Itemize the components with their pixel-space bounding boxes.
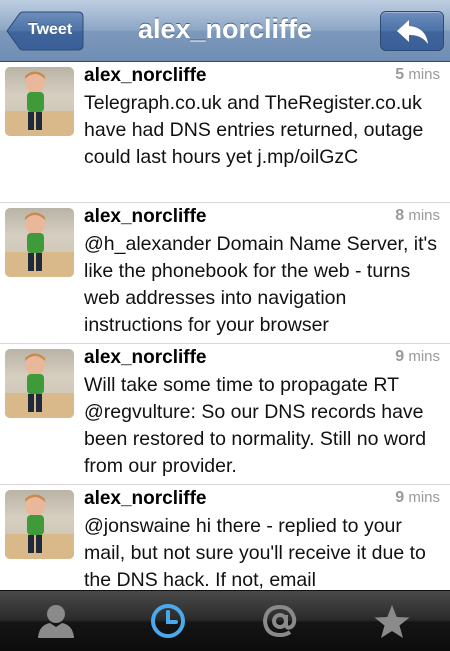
tweet-item[interactable]: alex_norcliffe 9 mins Will take some tim… bbox=[0, 344, 450, 485]
star-icon bbox=[374, 605, 410, 638]
tweet-timestamp: 9 mins bbox=[395, 489, 440, 506]
at-sign-icon bbox=[262, 604, 297, 638]
tweet-timestamp: 9 mins bbox=[395, 348, 440, 365]
tab-profile[interactable] bbox=[0, 591, 112, 651]
tweet-item[interactable]: alex_norcliffe 9 mins @jonswaine hi ther… bbox=[0, 485, 450, 590]
clock-icon bbox=[151, 604, 185, 638]
avatar[interactable] bbox=[5, 490, 74, 559]
tweet-item[interactable]: alex_norcliffe 5 mins Telegraph.co.uk an… bbox=[0, 62, 450, 203]
tweet-author: alex_norcliffe bbox=[84, 65, 207, 86]
tab-timeline[interactable] bbox=[112, 591, 224, 651]
tab-favorites[interactable] bbox=[336, 591, 448, 651]
navigation-bar: Tweet alex_norcliffe bbox=[0, 0, 450, 62]
reply-button[interactable] bbox=[380, 11, 444, 51]
tweet-author: alex_norcliffe bbox=[84, 488, 207, 509]
tweet-author: alex_norcliffe bbox=[84, 347, 207, 368]
avatar[interactable] bbox=[5, 67, 74, 136]
tweet-text: Telegraph.co.uk and TheRegister.co.uk ha… bbox=[84, 92, 424, 168]
avatar[interactable] bbox=[5, 349, 74, 418]
tweet-timestamp: 5 mins bbox=[395, 66, 440, 83]
reply-arrow-icon bbox=[397, 20, 428, 44]
tweet-item[interactable]: alex_norcliffe 8 mins @h_alexander Domai… bbox=[0, 203, 450, 344]
tab-mentions[interactable] bbox=[224, 591, 336, 651]
tweet-text: Will take some time to propagate RT @reg… bbox=[84, 374, 427, 477]
avatar[interactable] bbox=[5, 208, 74, 277]
tweet-author: alex_norcliffe bbox=[84, 206, 207, 227]
person-icon bbox=[38, 605, 74, 638]
tweet-text: @jonswaine hi there - replied to your ma… bbox=[84, 515, 426, 590]
tweet-timestamp: 8 mins bbox=[395, 207, 440, 224]
tweet-list[interactable]: alex_norcliffe 5 mins Telegraph.co.uk an… bbox=[0, 62, 450, 590]
tweet-text: @h_alexander Domain Name Server, it's li… bbox=[84, 233, 438, 336]
tab-bar bbox=[0, 590, 450, 651]
